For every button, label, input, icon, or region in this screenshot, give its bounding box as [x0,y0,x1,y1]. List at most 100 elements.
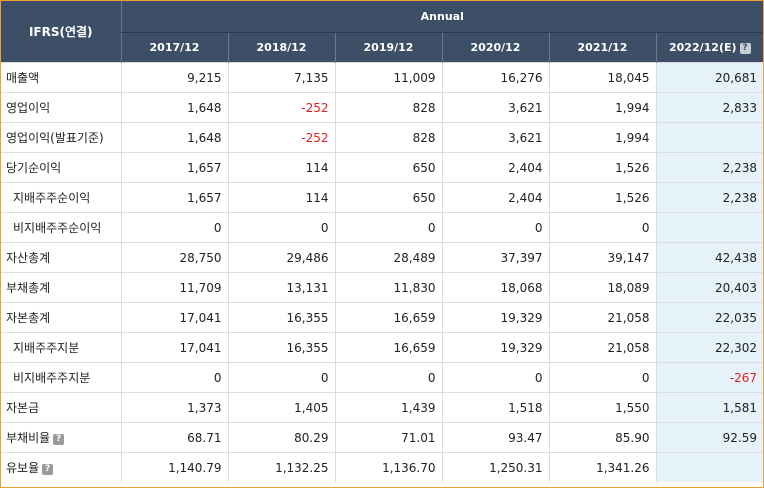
row-label: 부채비율? [1,422,121,453]
value-cell: 16,355 [227,332,335,363]
row-label-text: 부채총계 [6,281,51,295]
value-cell: 1,341.26 [548,452,656,482]
value-cell: 1,648 [120,92,228,123]
value-cell: 2,404 [441,152,549,183]
value-cell: 0 [120,212,228,243]
estimate-value-cell [655,212,763,243]
value-cell: 16,659 [334,302,442,333]
estimate-value-cell: 2,238 [655,152,763,183]
row-label-text: 영업이익 [6,101,51,115]
row-label-text: 유보율 [6,461,40,475]
value-cell: 1,373 [120,392,228,423]
value-cell: 828 [334,122,442,153]
row-label-text: 영업이익(발표기준) [6,131,104,145]
estimate-value-cell: 22,035 [655,302,763,333]
table-row: 비지배주주지분 0 0 0 0 0 -267 [1,362,763,393]
estimate-value-cell [655,122,763,153]
value-cell: 1,550 [548,392,656,423]
value-cell: 0 [548,212,656,243]
value-cell: 68.71 [120,422,228,453]
table-row: 지배주주순이익 1,657 114 650 2,404 1,526 2,238 [1,182,763,213]
year-header-estimate: 2022/12(E)? [655,32,763,63]
value-cell: 1,518 [441,392,549,423]
value-cell: 1,994 [548,122,656,153]
table-row: 당기순이익 1,657 114 650 2,404 1,526 2,238 [1,152,763,183]
help-icon[interactable]: ? [739,43,751,54]
value-cell: 1,657 [120,182,228,213]
year-header: 2018/12 [227,32,335,63]
table-row: 부채비율? 68.71 80.29 71.01 93.47 85.90 92.59 [1,422,763,453]
row-label-text: 비지배주주지분 [13,371,91,385]
value-cell: 29,486 [227,242,335,273]
table-row: 유보율? 1,140.79 1,132.25 1,136.70 1,250.31 1,34… [1,452,763,482]
row-label: 지배주주순이익 [1,182,121,213]
value-cell: 28,750 [120,242,228,273]
value-cell: 7,135 [227,62,335,93]
value-cell: 37,397 [441,242,549,273]
row-label-text: 지배주주순이익 [13,191,91,205]
estimate-value-cell: 92.59 [655,422,763,453]
value-cell: 1,648 [120,122,228,153]
row-label-text: 자본금 [6,401,40,415]
table-row: 영업이익(발표기준) 1,648 -252 828 3,621 1,994 [1,122,763,153]
value-cell: 93.47 [441,422,549,453]
row-label-text: 당기순이익 [6,161,62,175]
estimate-value-cell: -267 [655,362,763,393]
table-row: 매출액 9,215 7,135 11,009 16,276 18,045 20,681 [1,62,763,93]
value-cell: 85.90 [548,422,656,453]
estimate-value-cell: 1,581 [655,392,763,423]
row-label-text: 자산총계 [6,251,51,265]
value-cell: 0 [441,362,549,393]
value-cell: 1,250.31 [441,452,549,482]
value-cell: 2,404 [441,182,549,213]
value-cell: -252 [227,122,335,153]
value-cell: 1,657 [120,152,228,183]
table-row: 자산총계 28,750 29,486 28,489 37,397 39,147 42,438 [1,242,763,273]
row-label: 비지배주주순이익 [1,212,121,243]
row-label-text: 자본총계 [6,311,51,325]
value-cell: 19,329 [441,332,549,363]
value-cell: 9,215 [120,62,228,93]
value-cell: 13,131 [227,272,335,303]
row-label: 당기순이익 [1,152,121,183]
value-cell: 21,058 [548,302,656,333]
row-label: 매출액 [1,62,121,93]
value-cell: 0 [334,362,442,393]
table-row: 부채총계 11,709 13,131 11,830 18,068 18,089 20,403 [1,272,763,303]
value-cell: 114 [227,182,335,213]
row-label: 자본금 [1,392,121,423]
value-cell: 21,058 [548,332,656,363]
value-cell: 1,526 [548,152,656,183]
value-cell: -252 [227,92,335,123]
value-cell: 0 [227,362,335,393]
help-icon[interactable]: ? [53,434,65,445]
table-corner-header: IFRS(연결) [1,1,121,63]
row-label: 영업이익(발표기준) [1,122,121,153]
value-cell: 18,089 [548,272,656,303]
value-cell: 39,147 [548,242,656,273]
value-cell: 0 [334,212,442,243]
value-cell: 1,994 [548,92,656,123]
value-cell: 828 [334,92,442,123]
table-row: 지배주주지분 17,041 16,355 16,659 19,329 21,058 22,3… [1,332,763,363]
year-header: 2021/12 [548,32,656,63]
estimate-value-cell [655,452,763,482]
value-cell: 0 [548,362,656,393]
annual-group-header: Annual [120,1,763,33]
value-cell: 16,659 [334,332,442,363]
value-cell: 19,329 [441,302,549,333]
table-row: 영업이익 1,648 -252 828 3,621 1,994 2,833 [1,92,763,123]
estimate-value-cell: 20,403 [655,272,763,303]
value-cell: 11,830 [334,272,442,303]
value-cell: 11,009 [334,62,442,93]
help-icon[interactable]: ? [42,464,54,475]
value-cell: 114 [227,152,335,183]
value-cell: 16,355 [227,302,335,333]
value-cell: 17,041 [120,332,228,363]
table-row: 자본금 1,373 1,405 1,439 1,518 1,550 1,581 [1,392,763,423]
value-cell: 28,489 [334,242,442,273]
value-cell: 1,136.70 [334,452,442,482]
row-label: 유보율? [1,452,121,482]
row-label-text: 지배주주지분 [13,341,80,355]
value-cell: 650 [334,152,442,183]
